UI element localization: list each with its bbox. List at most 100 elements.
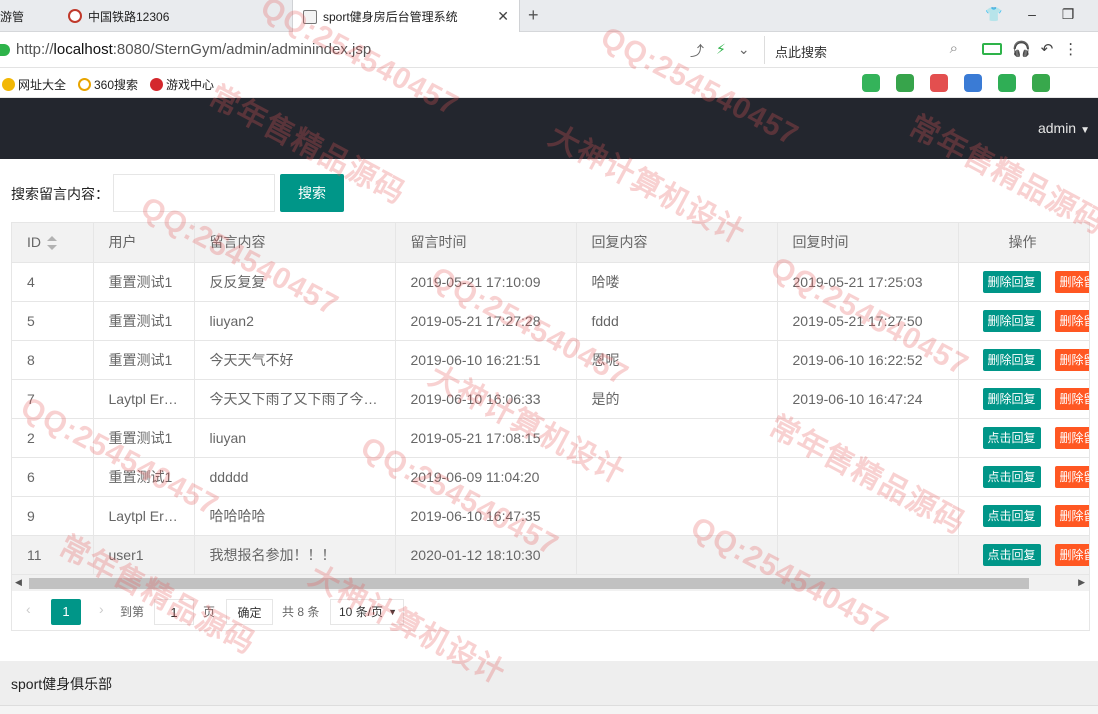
cell-user: 重置测试1 [93,262,195,302]
extension-icon[interactable] [862,74,880,92]
prev-page-icon[interactable]: ‹ [26,601,31,617]
search-button[interactable]: 搜索 [280,174,344,212]
scroll-left-icon[interactable]: ◀ [15,577,22,588]
cell-id: 7 [12,379,94,419]
horizontal-scrollbar[interactable]: ◀ ▶ [12,574,1089,591]
row-actions: 删除回复删除留言 [982,348,1089,371]
cell-reply: 恩呢 [576,340,778,380]
gamepad-icon[interactable] [998,74,1016,92]
shirt-icon[interactable]: 👕 [984,6,1004,23]
reply-button[interactable]: 点击回复 [982,465,1041,488]
bookmark-item[interactable]: 360搜索 [78,76,138,93]
cell-reply [576,418,778,458]
search-row: 搜索留言内容： 搜索 [0,159,1098,221]
caret-down-icon: ▼ [388,607,397,617]
cell-reply: 哈喽 [576,262,778,302]
cell-time: 2019-06-10 16:21:51 [395,340,577,380]
delete-message-button[interactable]: 删除留言 [1054,504,1089,527]
row-actions: 点击回复删除留言 [982,465,1089,488]
goto-confirm-button[interactable]: 确定 [226,599,273,625]
currency-icon[interactable] [1032,74,1050,92]
new-tab-icon[interactable]: + [528,5,539,26]
cell-actions: 点击回复删除留言 [958,496,1089,536]
browser-tab[interactable]: 游管 [0,0,52,32]
table-row: 9 Laytpl Error 哈哈哈哈 2019-06-10 16:47:35 点击回复… [12,496,1089,536]
lightning-icon[interactable]: ⚡ [716,41,726,61]
column-header-user: 用户 [93,223,195,263]
delete-reply-button[interactable]: 删除回复 [982,270,1041,293]
url-field[interactable]: http://localhost:8080/SternGym/admin/adm… [16,41,371,58]
secure-icon [0,44,10,56]
delete-reply-button[interactable]: 删除回复 [982,348,1041,371]
delete-message-button[interactable]: 删除留言 [1054,270,1089,293]
bookmark-item[interactable]: 游戏中心 [150,76,214,93]
user-menu[interactable]: admin ▼ [1038,120,1090,136]
minimize-icon[interactable]: – [1022,6,1042,22]
restore-icon[interactable]: ❐ [1058,6,1078,23]
cell-actions: 删除回复删除留言 [958,301,1089,341]
message-search-input[interactable] [113,174,275,212]
game-icon [150,78,163,91]
goto-page-input[interactable] [154,599,194,625]
share-icon[interactable]: ⤴ [690,41,704,61]
cell-id: 6 [12,457,94,497]
magnifier-icon[interactable] [964,74,982,92]
cell-reply-time: 2019-06-10 16:47:24 [777,379,959,419]
browser-tab[interactable]: 中国铁路12306 [58,0,286,32]
browser-tab-active[interactable]: sport健身房后台管理系统 ✕ [292,0,520,33]
delete-message-button[interactable]: 删除留言 [1054,387,1089,410]
scissors-icon[interactable] [930,74,948,92]
reply-button[interactable]: 点击回复 [982,426,1041,449]
sort-icon[interactable] [47,236,57,251]
headphones-icon[interactable]: 🎧 [1012,40,1031,58]
cell-content: liuyan2 [194,301,396,341]
chevron-down-icon[interactable]: ⌄ [738,41,750,61]
delete-message-button[interactable]: 删除留言 [1054,348,1089,371]
reply-button[interactable]: 点击回复 [982,504,1041,527]
cell-id: 4 [12,262,94,302]
next-page-icon[interactable]: › [99,601,104,617]
translate-icon[interactable] [896,74,914,92]
delete-message-button[interactable]: 删除留言 [1054,543,1089,566]
undo-icon[interactable]: ↶ [1041,40,1054,58]
railway-icon [68,9,82,23]
close-icon[interactable]: ✕ [497,8,509,25]
cell-time: 2019-05-21 17:08:15 [395,418,577,458]
star-icon [2,78,15,91]
address-bar: http://localhost:8080/SternGym/admin/adm… [0,32,1098,68]
delete-message-button[interactable]: 删除留言 [1054,309,1089,332]
browser-search[interactable]: 点此搜索 ⌕ [764,36,968,64]
table-row: 8 重置测试1 今天天气不好 2019-06-10 16:21:51 恩呢 2019-06… [12,340,1089,380]
cell-reply: fddd [576,301,778,341]
battery-icon[interactable] [982,43,1002,55]
row-actions: 删除回复删除留言 [982,309,1089,332]
row-actions: 点击回复删除留言 [982,426,1089,449]
delete-message-button[interactable]: 删除留言 [1054,465,1089,488]
reply-button[interactable]: 点击回复 [982,543,1041,566]
table-row: 4 重置测试1 反反复复 2019-05-21 17:10:09 哈喽 2019-05-2… [12,262,1089,302]
delete-reply-button[interactable]: 删除回复 [982,309,1041,332]
scrollbar-thumb[interactable] [29,578,1029,589]
table-row: 6重置测试1ddddd2019-06-09 11:04:20 点击回复删除留言 [12,457,1089,497]
cell-actions: 点击回复删除留言 [958,535,1089,575]
column-header-id[interactable]: ID [12,223,94,263]
user-name: admin [1037,120,1077,136]
cell-id: 11 [12,535,94,575]
table-grid: ID 用户 留言内容 留言时间 回复内容 回复时间 操作 4 重置测试1 反反复复 2… [12,223,1089,575]
scroll-right-icon[interactable]: ▶ [1078,577,1085,588]
cell-content: 今天天气不好 [194,340,396,380]
cell-time: 2020-01-12 18:10:30 [395,535,577,575]
delete-reply-button[interactable]: 删除回复 [982,387,1041,410]
search-icon[interactable]: ⌕ [950,40,958,57]
cell-content: 哈哈哈哈 [194,496,396,536]
bookmark-item[interactable]: 网址大全 [2,76,66,93]
current-page[interactable]: 1 [51,599,81,625]
total-count: 共 8 条 [282,605,320,619]
address-tools: ⤴ ⚡ ⌄ [690,41,750,61]
cell-actions: 删除回复删除留言 [958,262,1089,302]
menu-icon[interactable]: ⋮ [1063,40,1078,58]
delete-message-button[interactable]: 删除留言 [1054,426,1089,449]
page-size-select[interactable]: 10 条/页 ▼ [330,599,404,625]
app-footer: sport健身俱乐部 [0,661,1098,705]
cell-user: user1 [93,535,195,575]
